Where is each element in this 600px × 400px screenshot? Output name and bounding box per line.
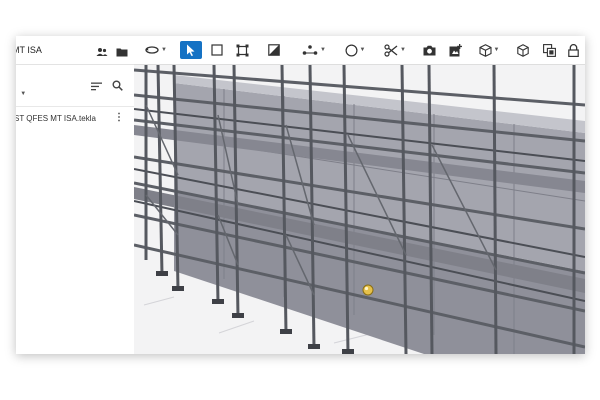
view-dropdown[interactable]: s ▼ (16, 88, 26, 97)
screenshot-camera-icon[interactable] (420, 41, 438, 59)
sort-icon[interactable] (91, 78, 102, 96)
snapshot-add-icon[interactable] (446, 41, 464, 59)
file-list-item[interactable]: ST QFES MT ISA.tekla ⋮ (16, 109, 134, 127)
select-pointer-icon[interactable] (180, 41, 202, 59)
measure-icon[interactable]: ▼ (296, 41, 332, 59)
ghost-toggle-icon[interactable] (264, 41, 284, 59)
chevron-down-icon: ▼ (20, 91, 27, 97)
rotate-icon[interactable]: ▼ (142, 41, 170, 59)
team-icon[interactable] (96, 44, 108, 62)
viewer-toolbar: ▼ ▼ ▼ ▼ ▼ (134, 36, 585, 65)
app-window: MT ISA s ▼ ST QFES MT ISA.tekla ⋮ (16, 36, 585, 354)
filter-bar: s ▼ (16, 64, 134, 107)
model-viewport[interactable] (134, 65, 585, 354)
rectangle-select-icon[interactable] (207, 41, 227, 59)
project-header: MT ISA (16, 36, 134, 65)
scaffold-3d-model (134, 65, 585, 354)
project-name[interactable]: MT ISA (16, 45, 42, 55)
side-panel: MT ISA s ▼ ST QFES MT ISA.tekla ⋮ (16, 36, 135, 354)
cursor-indicator (362, 284, 374, 296)
lock-icon[interactable] (564, 41, 582, 59)
object-box-icon[interactable] (514, 41, 532, 59)
search-icon[interactable] (112, 78, 123, 96)
folder-icon[interactable] (116, 44, 128, 62)
layers-icon[interactable] (540, 41, 558, 59)
cube-view-icon[interactable]: ▼ (474, 41, 504, 59)
more-options-icon[interactable]: ⋮ (114, 112, 124, 123)
file-name: ST QFES MT ISA.tekla (16, 114, 96, 123)
fit-to-frame-icon[interactable] (232, 41, 252, 59)
shape-circle-icon[interactable]: ▼ (340, 41, 370, 59)
scissors-clip-icon[interactable]: ▼ (380, 41, 410, 59)
